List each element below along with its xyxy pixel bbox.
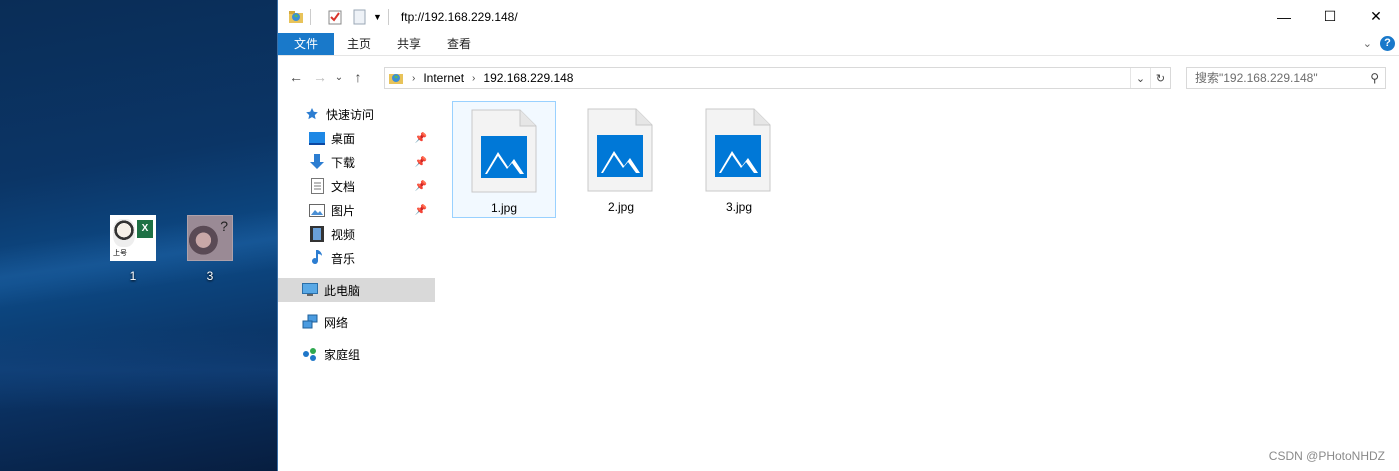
properties-icon[interactable] — [327, 9, 343, 25]
watermark: CSDN @PHotoNHDZ — [1268, 449, 1385, 463]
excel-image-thumbnail-icon: X 上号 — [110, 215, 156, 261]
network-icon — [302, 314, 318, 330]
sidebar-item-pictures[interactable]: 图片 📌 — [278, 198, 435, 222]
recent-locations-button[interactable]: ⌄ — [332, 72, 346, 83]
sidebar-item-music[interactable]: 音乐 — [278, 246, 435, 270]
new-folder-icon[interactable] — [351, 9, 367, 25]
pin-icon[interactable]: 📌 — [415, 181, 427, 192]
ftp-folder-icon — [288, 9, 304, 25]
pin-icon[interactable]: 📌 — [415, 133, 427, 144]
ftp-location-icon — [388, 70, 404, 86]
address-bar[interactable]: › Internet › 192.168.229.148 ⌄ ↻ — [384, 67, 1171, 89]
close-button[interactable]: ✕ — [1353, 0, 1399, 33]
document-icon — [309, 178, 325, 194]
title-bar: ▼ ftp://192.168.229.148/ — ☐ ✕ — [278, 0, 1399, 33]
expand-ribbon-chevron-icon[interactable]: ⌄ — [1363, 37, 1372, 50]
sidebar-item-network[interactable]: 网络 — [278, 310, 435, 334]
address-dropdown-icon[interactable]: ⌄ — [1130, 68, 1150, 88]
maximize-button[interactable]: ☐ — [1307, 0, 1353, 33]
file-list: 1.jpg 2.jpg 3.jpg CSDN @PHotoNHDZ — [436, 98, 1399, 471]
tab-share[interactable]: 共享 — [384, 33, 434, 55]
tab-view[interactable]: 查看 — [434, 33, 484, 55]
jpg-image-file-icon — [471, 109, 537, 193]
pin-icon[interactable]: 📌 — [415, 205, 427, 216]
file-item-1-jpg[interactable]: 1.jpg — [452, 101, 556, 218]
sidebar-item-documents[interactable]: 文档 📌 — [278, 174, 435, 198]
computer-icon — [302, 282, 318, 298]
sidebar-item-downloads[interactable]: 下载 📌 — [278, 150, 435, 174]
photo-thumbnail-icon: ? — [187, 215, 233, 261]
video-icon — [309, 226, 325, 242]
tab-file[interactable]: 文件 — [278, 33, 335, 55]
file-item-2-jpg[interactable]: 2.jpg — [569, 101, 673, 218]
back-button[interactable]: ← — [284, 69, 308, 85]
file-item-3-jpg[interactable]: 3.jpg — [687, 101, 791, 218]
jpg-image-file-icon — [705, 108, 771, 192]
desktop-icon-1[interactable]: X 上号 1 — [103, 215, 163, 283]
breadcrumb-host[interactable]: 192.168.229.148 — [483, 71, 573, 85]
homegroup-icon — [302, 346, 318, 362]
file-explorer-window: ▼ ftp://192.168.229.148/ — ☐ ✕ 文件 主页 共享 … — [277, 0, 1399, 471]
star-icon — [304, 106, 320, 122]
minimize-button[interactable]: — — [1261, 0, 1307, 33]
customize-toolbar-dropdown-icon[interactable]: ▼ — [373, 12, 382, 22]
desktop-icon-label: 1 — [129, 269, 137, 283]
pictures-icon — [309, 202, 325, 218]
window-title: ftp://192.168.229.148/ — [400, 9, 518, 24]
sidebar-item-desktop[interactable]: 桌面 📌 — [278, 126, 435, 150]
up-button[interactable]: ↑ — [346, 69, 370, 85]
breadcrumb-separator-icon[interactable]: › — [472, 73, 475, 84]
jpg-image-file-icon — [587, 108, 653, 192]
desktop-icon-label: 3 — [206, 269, 214, 283]
music-icon — [309, 250, 325, 266]
refresh-icon[interactable]: ↻ — [1150, 68, 1170, 88]
navigation-pane: 快速访问 桌面 📌 下载 📌 文档 📌 图片 📌 视频 音乐 此电脑 网络 家庭… — [278, 98, 435, 471]
sidebar-item-this-pc[interactable]: 此电脑 — [278, 278, 435, 302]
sidebar-item-videos[interactable]: 视频 — [278, 222, 435, 246]
desktop-background: X 上号 1 ? 3 — [0, 0, 277, 471]
search-icon[interactable]: ⚲ — [1370, 68, 1379, 88]
tab-home[interactable]: 主页 — [334, 33, 384, 55]
search-placeholder: 搜索"192.168.229.148" — [1195, 71, 1318, 85]
pin-icon[interactable]: 📌 — [415, 157, 427, 168]
sidebar-item-quick-access[interactable]: 快速访问 — [278, 102, 435, 126]
file-name: 3.jpg — [725, 200, 753, 214]
download-icon — [309, 154, 325, 170]
breadcrumb-separator-icon[interactable]: › — [412, 73, 415, 84]
file-name: 2.jpg — [607, 200, 635, 214]
navigation-bar: ← → ⌄ ↑ › Internet › 192.168.229.148 ⌄ ↻… — [278, 56, 1399, 98]
help-icon[interactable]: ? — [1380, 36, 1395, 51]
desktop-icon — [309, 130, 325, 146]
breadcrumb-internet[interactable]: Internet — [423, 71, 464, 85]
file-name: 1.jpg — [490, 201, 518, 215]
forward-button[interactable]: → — [308, 69, 332, 85]
sidebar-item-homegroup[interactable]: 家庭组 — [278, 342, 435, 366]
search-box[interactable]: 搜索"192.168.229.148" ⚲ — [1186, 67, 1386, 89]
ribbon-tabs: 文件 主页 共享 查看 ⌄ ? — [278, 33, 1399, 56]
desktop-icon-3[interactable]: ? 3 — [180, 215, 240, 283]
